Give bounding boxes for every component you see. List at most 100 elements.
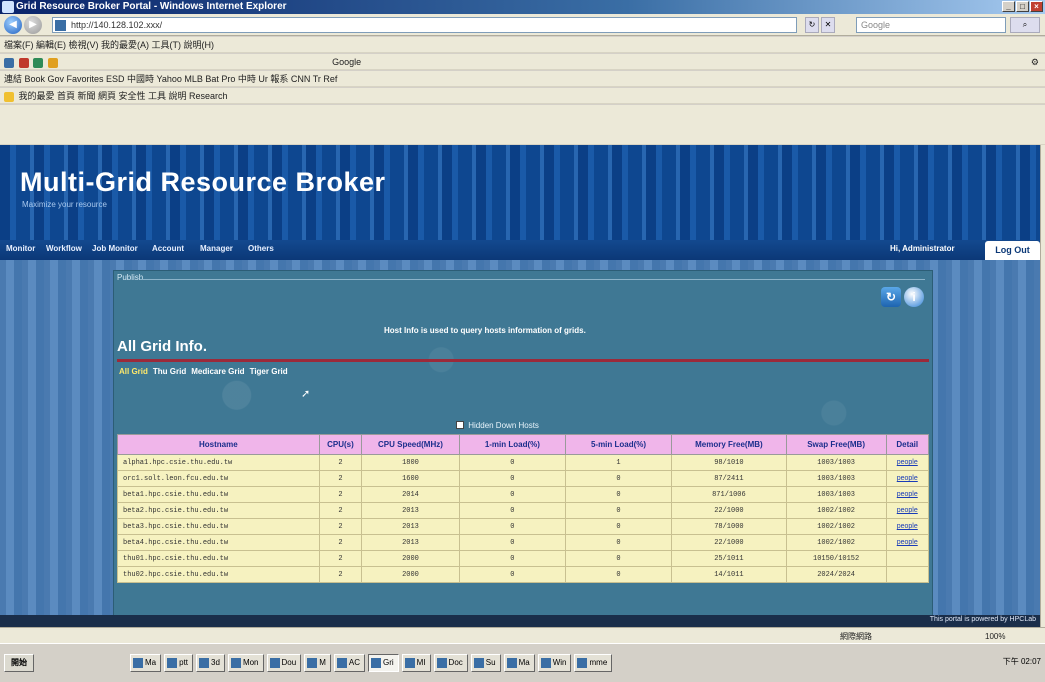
task-button[interactable]: 3d [196,654,225,672]
task-button[interactable]: MI [401,654,431,672]
task-button[interactable]: mme [574,654,613,672]
task-button[interactable]: Win [537,654,572,672]
google-toolbar-label[interactable]: Google [332,57,361,67]
swap-cell: 2024/2024 [785,566,887,583]
vertical-scrollbar[interactable] [1040,145,1045,627]
user-greeting: Hi, Administrator [890,244,955,253]
maximize-button[interactable]: □ [1016,1,1029,12]
tab-medicare-grid[interactable]: Medicare Grid [191,367,244,376]
nav-monitor[interactable]: Monitor [6,244,35,253]
memory-cell: 14/1011 [671,566,787,583]
nav-others[interactable]: Others [248,244,274,253]
menu-items[interactable]: 檔案(F) 編輯(E) 檢視(V) 我的最愛(A) 工具(T) 說明(H) [4,40,214,50]
taskbar-tasks: Ma ptt 3d Mon Dou M AC Gri MI Doc Su Ma … [130,654,613,672]
tab-thu-grid[interactable]: Thu Grid [153,367,186,376]
task-button-active[interactable]: Gri [367,654,399,672]
hostname-cell: thu01.hpc.csie.thu.edu.tw [117,550,320,567]
url-input[interactable]: http://140.128.102.xxx/ [52,17,797,33]
task-button[interactable]: Ma [503,654,535,672]
table-row: beta1.hpc.csie.thu.edu.tw 2 2014 0 0 871… [117,486,929,503]
cpus-cell: 2 [318,534,363,551]
forward-button[interactable]: ▶ [24,16,42,34]
task-button[interactable]: M [304,654,331,672]
task-button[interactable]: AC [333,654,365,672]
task-button[interactable]: Su [470,654,501,672]
table-row: thu01.hpc.csie.thu.edu.tw 2 2000 0 0 25/… [117,550,929,567]
site-banner: Multi-Grid Resource Broker Maximize your… [0,145,1040,240]
cpus-cell: 2 [318,454,363,471]
table-row: beta3.hpc.csie.thu.edu.tw 2 2013 0 0 78/… [117,518,929,535]
zoom-level[interactable]: 100% [985,629,1005,644]
col-cpus[interactable]: CPU(s) [318,434,363,455]
favorites-items[interactable]: 我的最愛 首頁 新聞 網頁 安全性 工具 說明 Research [19,91,228,101]
detail-link[interactable]: people [885,470,929,487]
col-5min-load[interactable]: 5-min Load(%) [564,434,673,455]
tab-tiger-grid[interactable]: Tiger Grid [250,367,288,376]
detail-link[interactable] [885,550,929,567]
hostname-cell: alpha1.hpc.csie.thu.edu.tw [117,454,320,471]
detail-link[interactable]: people [885,518,929,535]
host-info-note: Host Info is used to query hosts informa… [384,326,586,335]
detail-link[interactable]: people [885,534,929,551]
col-detail[interactable]: Detail [885,434,929,455]
memory-cell: 22/1000 [671,534,787,551]
info-icon[interactable]: i [904,287,924,307]
col-memory-free[interactable]: Memory Free(MB) [671,434,787,455]
table-row: beta2.hpc.csie.thu.edu.tw 2 2013 0 0 22/… [117,502,929,519]
taskbar: 開始 Ma ptt 3d Mon Dou M AC Gri MI Doc Su … [0,643,1045,682]
close-button[interactable]: × [1030,1,1043,12]
stop-icon[interactable]: ✕ [821,17,835,33]
hidden-nodes-toggle[interactable]: Hidden Down Hosts [456,421,539,430]
search-input[interactable]: Google [856,17,1006,33]
task-button[interactable]: Ma [130,654,162,672]
hostname-cell: beta1.hpc.csie.thu.edu.tw [117,486,320,503]
links-items[interactable]: 連結 Book Gov Favorites ESD 中國時 Yahoo MLB … [4,74,337,84]
links-bar: 連結 Book Gov Favorites ESD 中國時 Yahoo MLB … [0,71,1045,87]
site-title: Multi-Grid Resource Broker [20,167,386,197]
task-button[interactable]: Mon [227,654,264,672]
hidden-nodes-checkbox[interactable] [456,421,464,429]
detail-link[interactable]: people [885,454,929,471]
tab-all-grid[interactable]: All Grid [119,367,148,376]
nav-account[interactable]: Account [152,244,184,253]
start-button[interactable]: 開始 [4,654,34,672]
minimize-button[interactable]: _ [1002,1,1015,12]
grid-info-panel: Publish ↻ i Host Info is used to query h… [113,270,933,627]
col-1min-load[interactable]: 1-min Load(%) [458,434,566,455]
nav-job-monitor[interactable]: Job Monitor [92,244,138,253]
nav-manager[interactable]: Manager [200,244,233,253]
hostname-cell: orc1.solt.leon.fcu.edu.tw [117,470,320,487]
task-button[interactable]: Doc [433,654,468,672]
security-zone: 網際網路 [840,632,872,641]
cpu-speed-cell: 2013 [361,534,460,551]
col-cpu-speed[interactable]: CPU Speed(MHz) [361,434,460,455]
detail-link[interactable]: people [885,486,929,503]
task-button[interactable]: Dou [266,654,302,672]
nav-workflow[interactable]: Workflow [46,244,82,253]
search-button[interactable]: ⌕ [1010,17,1040,33]
load5-cell: 0 [564,502,673,519]
settings-icon[interactable]: ⚙ [1031,54,1039,69]
page-favicon-icon [55,20,66,31]
detail-link[interactable] [885,566,929,583]
page-title: All Grid Info. [117,338,207,355]
toolbar-icon [47,57,58,68]
refresh-icon[interactable]: ↻ [881,287,901,307]
detail-link[interactable]: people [885,502,929,519]
toolbar-icons[interactable] [4,54,60,69]
grid-tabs: All Grid Thu Grid Medicare Grid Tiger Gr… [119,367,288,376]
load5-cell: 0 [564,518,673,535]
favorites-star-icon[interactable] [4,91,14,102]
logout-button[interactable]: Log Out [985,241,1040,260]
col-hostname[interactable]: Hostname [117,434,320,455]
col-swap-free[interactable]: Swap Free(MB) [785,434,887,455]
table-row: thu02.hpc.csie.thu.edu.tw 2 2000 0 0 14/… [117,566,929,583]
publish-divider [140,279,925,280]
toolbar-icon [4,57,14,68]
back-button[interactable]: ◀ [4,16,22,34]
cpus-cell: 2 [318,518,363,535]
refresh-icon[interactable]: ↻ [805,17,819,33]
swap-cell: 1002/1002 [785,534,887,551]
google-toolbar: Google ⚙ [0,54,1045,70]
task-button[interactable]: ptt [164,654,194,672]
